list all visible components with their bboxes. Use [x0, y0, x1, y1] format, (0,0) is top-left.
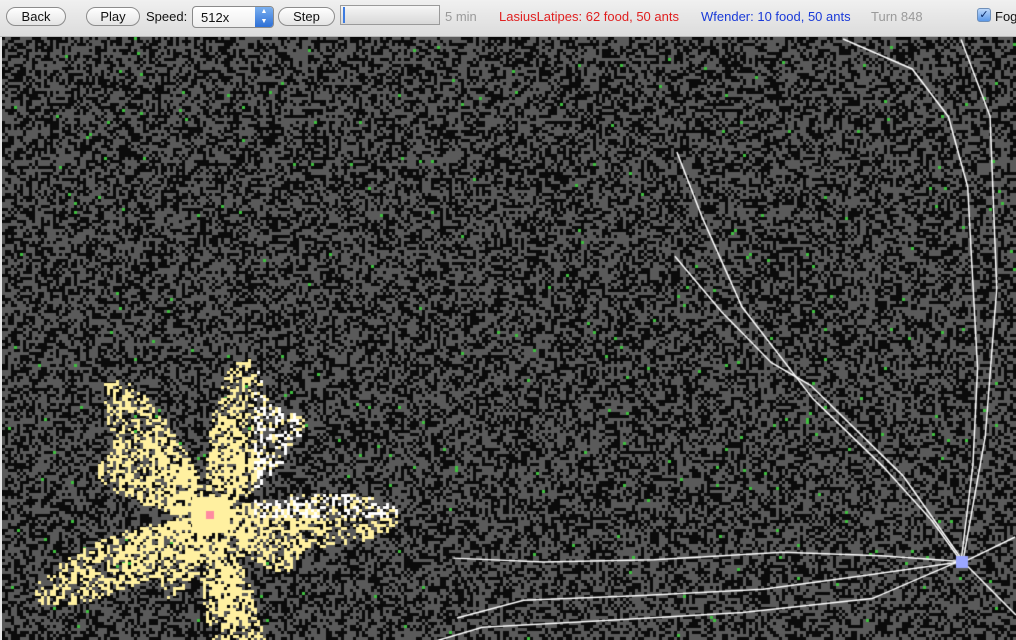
play-button[interactable]: Play	[86, 7, 140, 26]
simulation-map[interactable]	[2, 37, 1016, 640]
speed-label: Speed:	[146, 9, 188, 24]
fog-label: Fog	[995, 9, 1016, 24]
speed-value: 512x	[201, 10, 230, 25]
back-button[interactable]: Back	[6, 7, 66, 26]
toolbar: Back Play Speed: 512x ▲ ▼ Step 5 min Lasi…	[0, 0, 1016, 37]
updown-arrows-icon: ▲ ▼	[255, 7, 273, 27]
team1-status: LasiusLatipes: 62 food, 50 ants	[499, 9, 679, 24]
step-button[interactable]: Step	[278, 7, 335, 26]
map-canvas[interactable]	[2, 37, 1016, 640]
speed-select[interactable]: 512x ▲ ▼	[192, 6, 274, 28]
fog-checkbox[interactable]: ✓	[977, 8, 991, 22]
turn-counter: Turn 848	[871, 9, 923, 24]
team2-status: Wfender: 10 food, 50 ants	[701, 9, 851, 24]
slider-knob[interactable]	[342, 7, 345, 23]
progress-slider[interactable]	[340, 5, 440, 25]
time-label: 5 min	[445, 9, 477, 24]
